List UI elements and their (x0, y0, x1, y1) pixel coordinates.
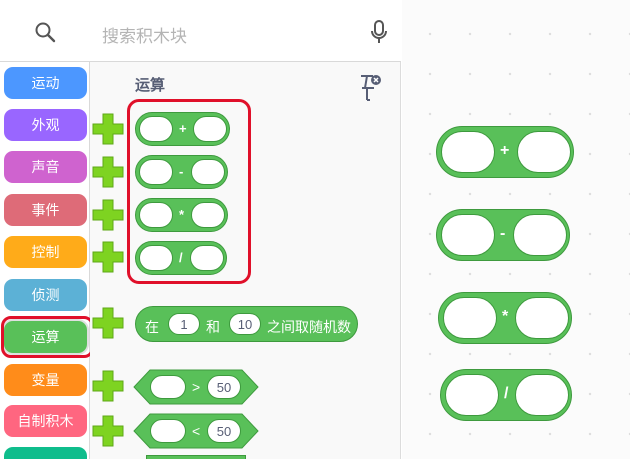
category-highlight (1, 316, 94, 358)
operand-slot[interactable] (515, 374, 569, 416)
search-icon (35, 22, 56, 43)
block-search-bar: 搜索积木块 (90, 0, 401, 62)
workspace-divide-block[interactable]: / (440, 369, 572, 421)
operand-slot[interactable] (443, 297, 497, 339)
category-menu: 运动 外观 声音 事件 控制 侦测 运算 变量 自制积木 (0, 0, 90, 459)
operand-slot[interactable] (441, 131, 495, 173)
add-block-plus-icon[interactable] (92, 199, 124, 231)
category-extensions[interactable] (4, 447, 87, 459)
workspace-multiply-block[interactable]: * (438, 292, 572, 344)
operand-slot[interactable] (150, 419, 186, 443)
operator-symbol: + (500, 142, 510, 159)
category-sensing[interactable]: 侦测 (4, 279, 87, 311)
category-motion[interactable]: 运动 (4, 67, 87, 99)
operand-slot[interactable] (517, 131, 571, 173)
operand-slot[interactable] (515, 297, 569, 339)
compare-value-input[interactable]: 50 (207, 375, 241, 399)
script-workspace[interactable]: + - * / (402, 0, 630, 459)
random-block[interactable]: 在 1 和 10 之间取随机数 (135, 306, 358, 342)
operator-symbol: * (502, 308, 509, 325)
add-block-plus-icon[interactable] (92, 307, 124, 339)
search-button[interactable] (0, 0, 90, 62)
category-variables[interactable]: 变量 (4, 364, 87, 396)
less-than-block[interactable]: < 50 (133, 413, 259, 449)
category-sound[interactable]: 声音 (4, 151, 87, 183)
add-block-plus-icon[interactable] (92, 415, 124, 447)
add-block-plus-icon[interactable] (92, 370, 124, 402)
palette-section-title: 运算 (135, 77, 166, 94)
search-input[interactable]: 搜索积木块 (102, 22, 187, 47)
category-looks[interactable]: 外观 (4, 109, 87, 141)
add-block-plus-icon[interactable] (92, 113, 124, 145)
arithmetic-blocks-highlight (127, 99, 251, 284)
operator-symbol: - (500, 225, 506, 242)
category-events[interactable]: 事件 (4, 194, 87, 226)
operand-slot[interactable] (441, 214, 495, 256)
random-block-middle: 和 (206, 319, 220, 335)
add-block-plus-icon[interactable] (92, 156, 124, 188)
operand-slot[interactable] (513, 214, 567, 256)
pin-icon[interactable] (358, 72, 382, 106)
greater-than-block[interactable]: > 50 (133, 369, 259, 405)
microphone-icon[interactable] (371, 20, 387, 44)
scratch-editor: 运动 外观 声音 事件 控制 侦测 运算 变量 自制积木 搜索积木块 运算 + (0, 0, 630, 459)
workspace-subtract-block[interactable]: - (436, 209, 570, 261)
workspace-add-block[interactable]: + (436, 126, 574, 178)
operand-slot[interactable] (150, 375, 186, 399)
random-block-suffix: 之间取随机数 (267, 319, 351, 335)
random-block-prefix: 在 (145, 319, 159, 335)
random-to-input[interactable]: 10 (229, 313, 261, 335)
operator-symbol: / (504, 385, 509, 402)
equals-block-partial[interactable] (146, 455, 246, 459)
compare-value-input[interactable]: 50 (207, 419, 241, 443)
operator-symbol: > (192, 379, 201, 395)
random-from-input[interactable]: 1 (168, 313, 200, 335)
add-block-plus-icon[interactable] (92, 241, 124, 273)
category-my-blocks[interactable]: 自制积木 (4, 405, 87, 437)
category-control[interactable]: 控制 (4, 236, 87, 268)
operator-symbol: < (192, 423, 201, 439)
operand-slot[interactable] (445, 374, 499, 416)
